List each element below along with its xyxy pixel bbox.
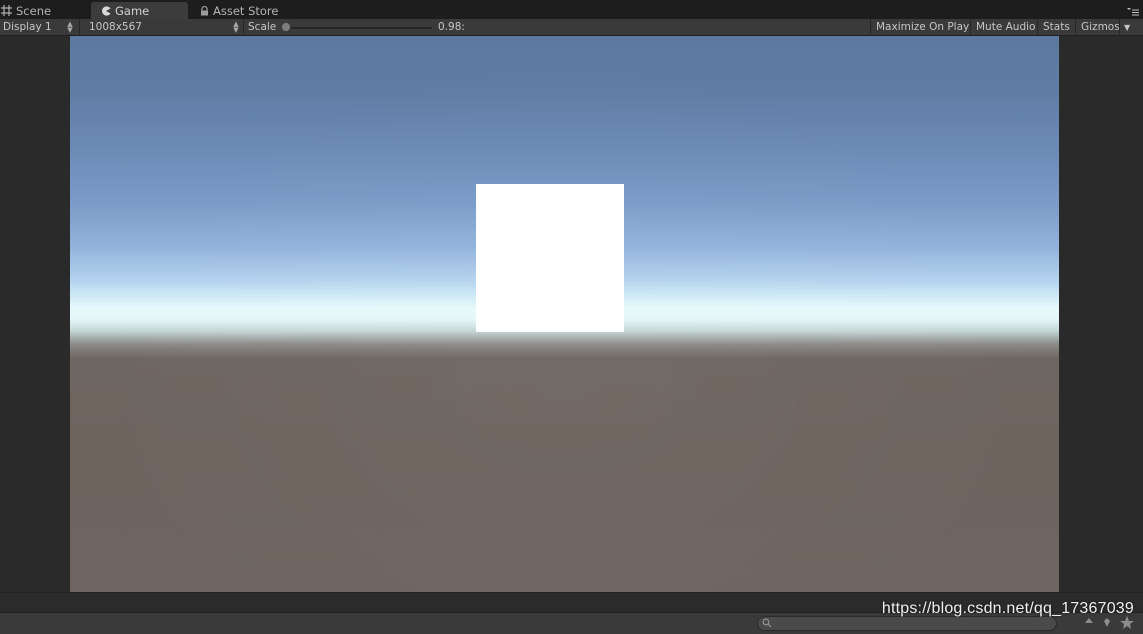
tab-game[interactable]: Game	[91, 2, 188, 19]
toolbar-divider	[243, 19, 244, 36]
maximize-on-play-button[interactable]: Maximize On Play	[870, 19, 974, 36]
display-dropdown[interactable]: Display 1	[3, 19, 52, 36]
resolution-dropdown[interactable]: 1008x567	[89, 19, 142, 36]
scale-label: Scale	[248, 21, 277, 33]
tab-scene[interactable]: Scene	[0, 2, 57, 19]
label-filter-icon[interactable]	[1085, 618, 1093, 623]
white-cube-object	[476, 184, 624, 332]
display-dropdown-arrows-icon: ▲ ▼	[67, 20, 73, 34]
editor-tab-bar: Scene Game Asset Store	[0, 0, 1143, 19]
watermark-text: https://blog.csdn.net/qq_17367039	[881, 600, 1134, 617]
game-pacman-icon	[102, 5, 111, 16]
toolbar-divider	[79, 19, 80, 36]
tab-game-label: Game	[115, 3, 150, 18]
favorite-icon[interactable]	[1104, 618, 1110, 627]
tab-asset-store-label: Asset Store	[213, 3, 279, 18]
game-view-area	[0, 36, 1143, 592]
tab-scene-label: Scene	[16, 3, 52, 18]
scale-slider-track[interactable]	[286, 27, 432, 29]
scale-value: 0.98:	[438, 21, 465, 33]
resolution-dropdown-arrows-icon: ▲ ▼	[233, 20, 239, 34]
game-toolbar: Display 1 ▲ ▼ 1008x567 ▲ ▼ Scale 0.98: Max…	[0, 19, 1143, 36]
lock-icon	[201, 5, 208, 15]
scene-grid-icon	[1, 5, 12, 16]
gizmos-button[interactable]: Gizmos	[1075, 19, 1125, 36]
search-input[interactable]	[757, 616, 1057, 631]
stats-button[interactable]: Stats	[1037, 19, 1075, 36]
mute-audio-button[interactable]: Mute Audio	[970, 19, 1040, 36]
tab-asset-store[interactable]: Asset Store	[194, 2, 285, 19]
scale-slider-thumb[interactable]	[281, 22, 291, 32]
game-viewport[interactable]	[70, 36, 1059, 592]
search-icon	[762, 618, 772, 628]
gizmos-dropdown-arrow-icon[interactable]: ▼	[1119, 19, 1134, 36]
panel-menu-icon[interactable]	[1127, 6, 1139, 16]
